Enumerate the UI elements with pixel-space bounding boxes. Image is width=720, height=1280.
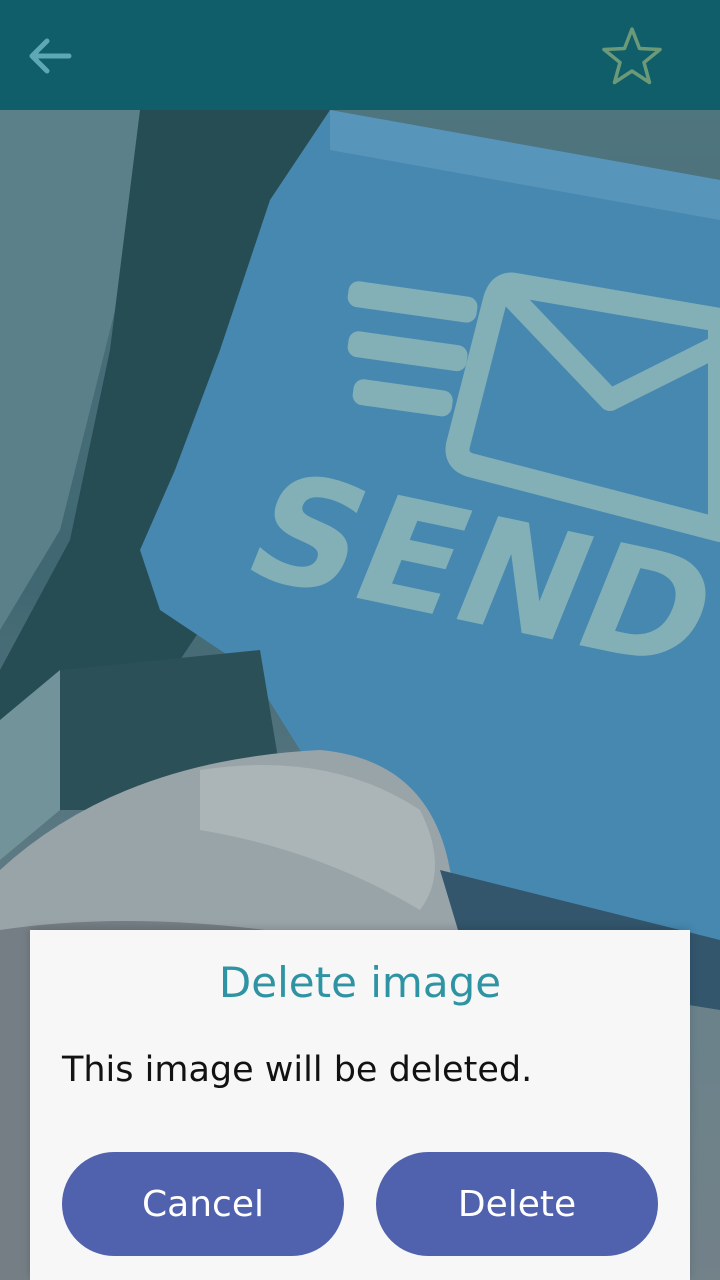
- back-button[interactable]: [18, 24, 82, 88]
- dialog-title: Delete image: [218, 958, 502, 1007]
- arrow-left-icon: [29, 38, 72, 74]
- star-outline-icon: [602, 27, 662, 85]
- dialog-message: This image will be deleted.: [62, 1050, 533, 1090]
- top-app-bar: [0, 0, 720, 110]
- screen: SEND Delete image This image will be del…: [0, 0, 720, 1280]
- delete-dialog: Delete image This image will be deleted.…: [30, 930, 690, 1280]
- favorite-button[interactable]: [596, 20, 668, 92]
- cancel-button[interactable]: Cancel: [62, 1152, 344, 1256]
- delete-button[interactable]: Delete: [376, 1152, 658, 1256]
